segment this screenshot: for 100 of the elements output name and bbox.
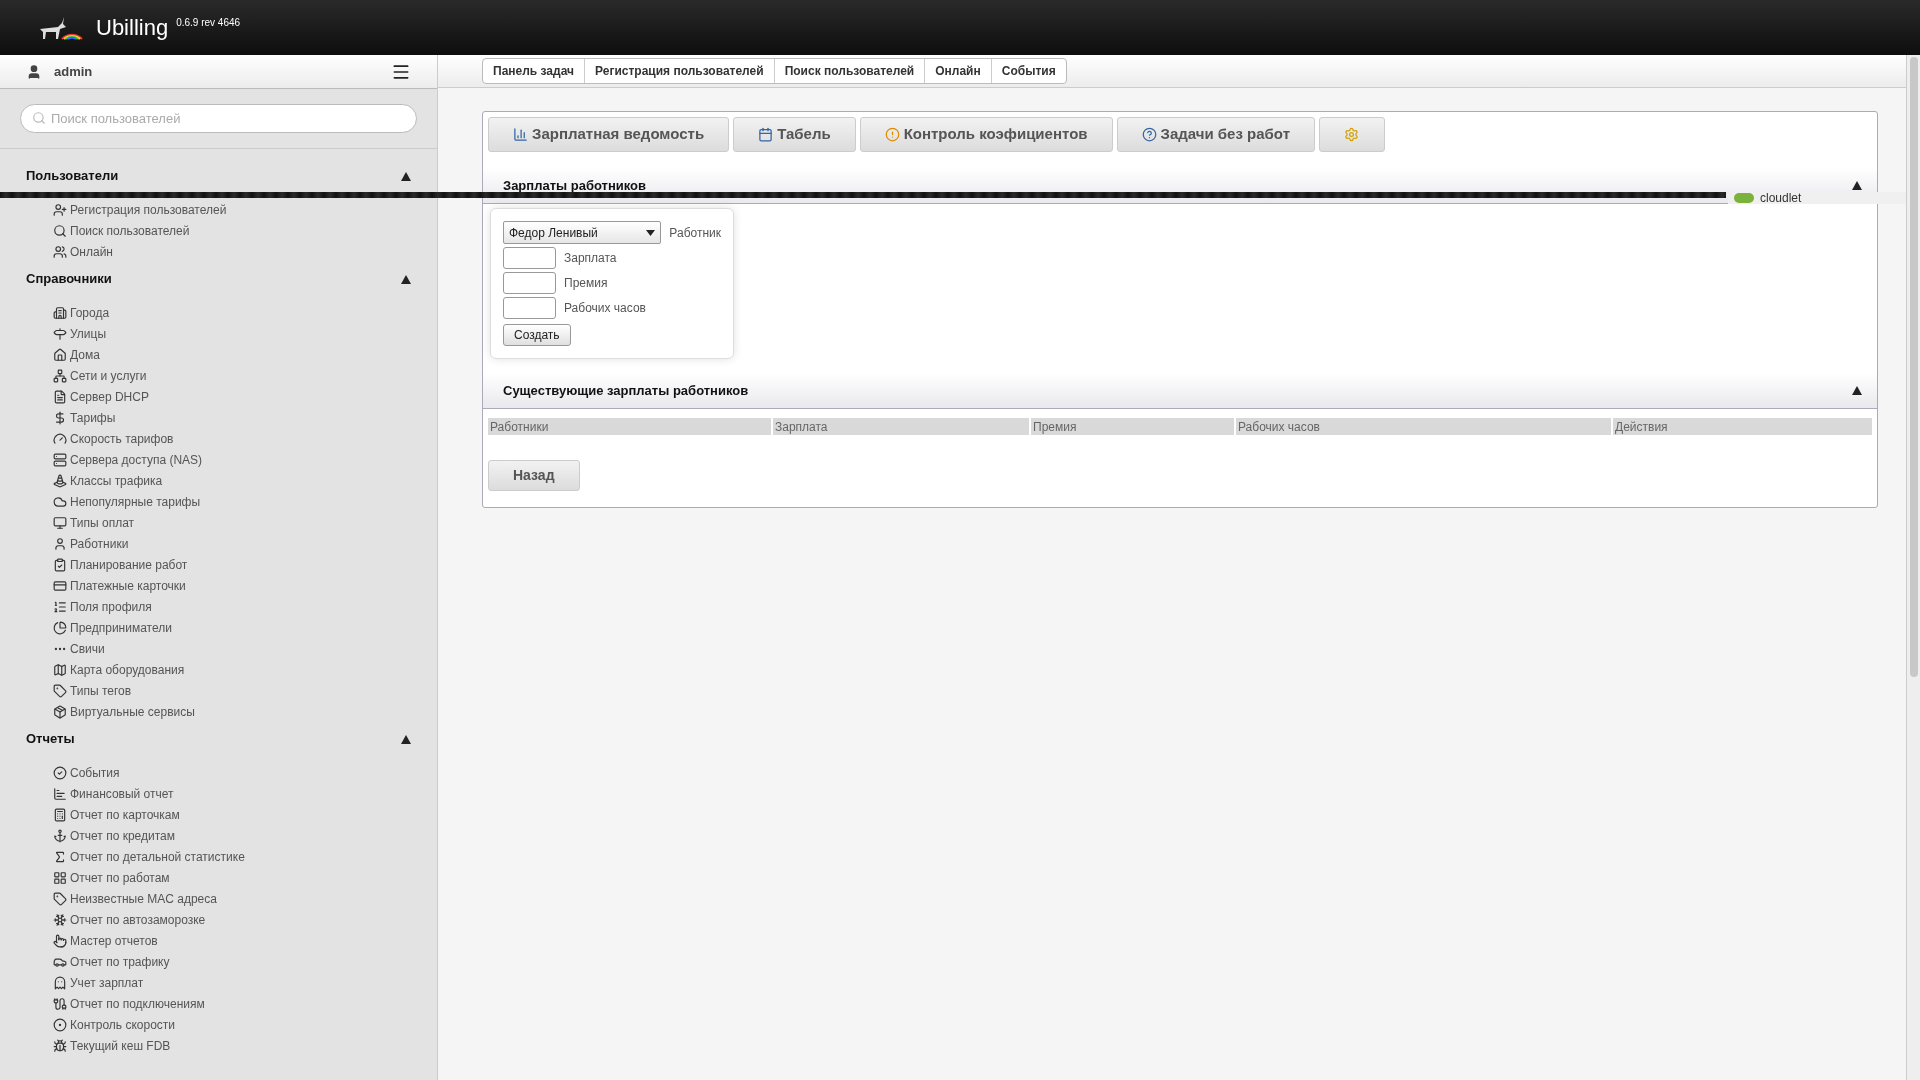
field-label: Зарплата [564, 250, 617, 267]
breadcrumb-link[interactable]: События [991, 59, 1066, 83]
sidebar-item[interactable]: Отчет по кредитам [0, 825, 437, 846]
search-icon [53, 223, 67, 238]
sidebar-item[interactable]: Дома [0, 344, 437, 365]
worker-icon [53, 536, 67, 551]
document-icon [53, 389, 67, 404]
bug-icon [53, 1038, 67, 1053]
collapse-icon[interactable] [401, 274, 411, 284]
tag-icon [53, 683, 67, 698]
sidebar-item[interactable]: Сети и услуги [0, 365, 437, 386]
gauge-icon [53, 431, 67, 446]
section-title[interactable]: Справочники [26, 269, 112, 289]
cloud-icon [53, 494, 67, 509]
breadcrumb-link[interactable]: Регистрация пользователей [585, 59, 775, 83]
alert-icon [884, 127, 900, 142]
sidebar-item[interactable]: Контроль скорости [0, 1014, 437, 1035]
collapse-icon[interactable] [401, 171, 411, 181]
sidebar-item[interactable]: Классы трафика [0, 470, 437, 491]
tab-button[interactable]: Контроль коэфициентов [859, 117, 1113, 152]
sidebar-item[interactable]: Сервера доступа (NAS) [0, 449, 437, 470]
sidebar-item[interactable]: Карта оборудования [0, 659, 437, 680]
sidebar-item[interactable]: Неизвестные MAC адреса [0, 888, 437, 909]
field-label: Работник [669, 224, 721, 242]
create-button[interactable]: Создать [503, 324, 571, 346]
sidebar-item[interactable]: Планирование работ [0, 554, 437, 575]
check-circle-icon [53, 765, 67, 780]
search-field[interactable]: Поиск пользователей [20, 104, 417, 133]
sidebar-item[interactable]: Города [0, 302, 437, 323]
breadcrumb-link[interactable]: Онлайн [925, 59, 992, 83]
sidebar-item[interactable]: Сервер DHCP [0, 386, 437, 407]
sidebar-item[interactable]: Непопулярные тарифы [0, 491, 437, 512]
sidebar-item[interactable]: Финансовый отчет [0, 783, 437, 804]
section-title[interactable]: Отчеты [26, 729, 75, 749]
sidebar-item[interactable]: Тарифы [0, 407, 437, 428]
sidebar-item[interactable]: Отчет по автозаморозке [0, 909, 437, 930]
network-icon [53, 368, 67, 383]
sidebar-item[interactable]: Работники [0, 533, 437, 554]
sidebar-item[interactable]: Предприниматели [0, 617, 437, 638]
sidebar-item[interactable]: Учет зарплат [0, 972, 437, 993]
sidebar-item[interactable]: Текущий кеш FDB [0, 1035, 437, 1056]
box-icon [53, 704, 67, 719]
sidebar-item[interactable]: Поля профиля [0, 596, 437, 617]
tab-button[interactable]: Задачи без работ [1116, 117, 1315, 152]
sidebar-item[interactable]: События [0, 762, 437, 783]
list-icon [53, 599, 67, 614]
sidebar-item[interactable]: Регистрация пользователей [0, 199, 437, 220]
sidebar-item[interactable]: Отчет по трафику [0, 951, 437, 972]
collapse-icon[interactable] [401, 734, 411, 744]
sidebar-item[interactable]: Платежные карточки [0, 575, 437, 596]
section-title: Зарплаты работников [503, 176, 647, 195]
column-header: Работники [488, 418, 771, 435]
sidebar-item[interactable]: Виртуальные сервисы [0, 701, 437, 722]
back-button[interactable]: Назад [488, 460, 580, 491]
cloud-icon [1734, 193, 1754, 203]
sidebar-item[interactable]: Скорость тарифов [0, 428, 437, 449]
sidebar-item[interactable]: Мастер отчетов [0, 930, 437, 951]
worker-select[interactable]: Федор Ленивый [503, 221, 662, 244]
tab-button[interactable]: Зарплатная ведомость [488, 117, 730, 152]
app-title: Ubilling [96, 14, 169, 42]
home-icon [53, 347, 67, 362]
sidebar-item[interactable]: Отчет по работам [0, 867, 437, 888]
input-field[interactable] [503, 272, 556, 294]
column-header: Действия [1613, 418, 1872, 435]
sidebar-item[interactable]: Отчет по детальной статистике [0, 846, 437, 867]
tab-button[interactable]: Табель [733, 117, 856, 152]
label-icon [53, 891, 67, 906]
dollar-icon [53, 410, 67, 425]
sidebar-item[interactable]: Улицы [0, 323, 437, 344]
grid-icon [53, 870, 67, 885]
sidebar-item[interactable]: Свичи [0, 638, 437, 659]
sidebar-item[interactable]: Отчет по подключениям [0, 993, 437, 1014]
field-label: Рабочих часов [564, 300, 646, 317]
pointer-icon [53, 933, 67, 948]
monitor-icon [53, 515, 67, 530]
sidebar-item[interactable]: Поиск пользователей [0, 220, 437, 241]
column-header: Зарплата [773, 418, 1029, 435]
sigma-icon [53, 849, 67, 864]
section-title[interactable]: Пользователи [26, 166, 119, 186]
collapse-icon[interactable] [1852, 181, 1862, 190]
breadcrumb-link[interactable]: Панель задач [483, 59, 585, 83]
pie-chart-icon [53, 620, 67, 635]
sidebar-item[interactable]: Типы тегов [0, 680, 437, 701]
dropdown-icon [646, 229, 656, 236]
sidebar-item[interactable]: Онлайн [0, 241, 437, 262]
field-label: Премия [564, 275, 608, 292]
input-field[interactable] [503, 297, 556, 319]
help-icon [1141, 127, 1157, 142]
sidebar-item[interactable]: Отчет по карточкам [0, 804, 437, 825]
column-header: Рабочих часов [1236, 418, 1611, 435]
collapse-icon[interactable] [1852, 386, 1862, 395]
section-title: Существующие зарплаты работников [503, 381, 749, 400]
settings-icon [1344, 127, 1360, 142]
sidebar-item[interactable]: Типы оплат [0, 512, 437, 533]
calendar-icon [758, 127, 774, 142]
user-plus-icon [53, 202, 67, 217]
breadcrumb-link[interactable]: Поиск пользователей [774, 59, 926, 83]
column-header: Премия [1031, 418, 1234, 435]
input-field[interactable] [503, 247, 556, 269]
users-icon [53, 244, 67, 259]
